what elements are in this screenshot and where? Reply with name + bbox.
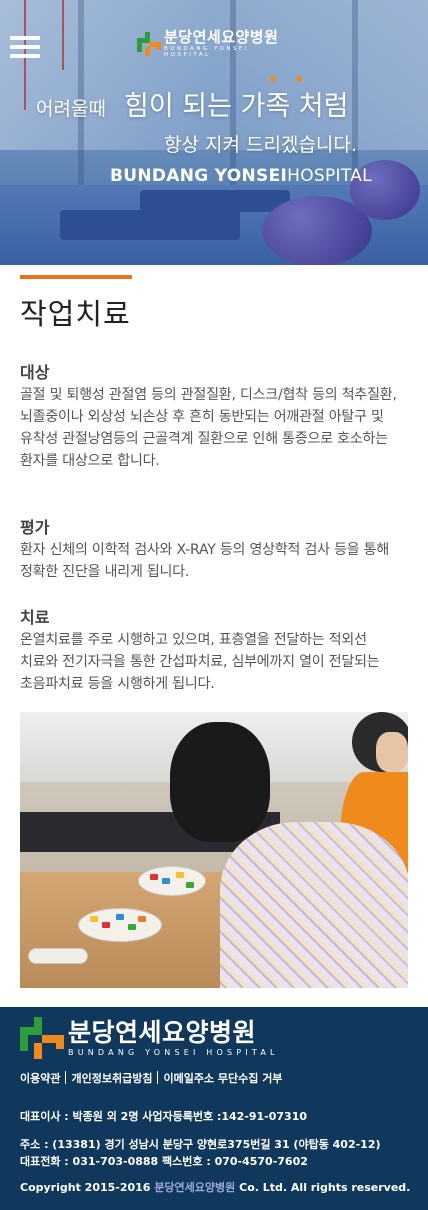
hero-banner: 분당연세요양병원 BUNDANG YONSEI HOSPITAL 어려울때 힘이… — [0, 0, 428, 265]
section-heading-target: 대상 — [20, 363, 50, 382]
hero-accent-dot — [270, 76, 276, 82]
footer-logo-korean: 분당연세요양병원 — [68, 1017, 257, 1047]
footer-logo-english: BUNDANG YONSEI HOSPITAL — [68, 1047, 279, 1057]
footer-link-privacy[interactable]: 개인정보취급방침 — [71, 1070, 152, 1086]
hero-hospital-bold: BUNDANG YONSEI — [110, 166, 288, 186]
hero-slogan-line2: 항상 지켜 드리겠습니다. — [164, 134, 357, 156]
footer-representative: 대표이사 : 박종원 외 2명 사업자등록번호 :142-91-07310 — [20, 1110, 308, 1123]
therapy-photo — [20, 712, 408, 988]
hero-hospital-thin: HOSPITAL — [287, 166, 372, 186]
copyright-hospital-name: 분당연세요양병원 — [154, 1181, 236, 1194]
section-heading-treatment: 치료 — [20, 608, 50, 627]
footer-link-divider — [65, 1071, 67, 1084]
footer-link-terms[interactable]: 이용약관 — [20, 1070, 60, 1086]
section-body-treatment: 온열치료를 주로 시행하고 있으며, 표층열을 전달하는 적외선 치료와 전기자… — [20, 632, 380, 692]
logo-korean-name: 분당연세요양병원 — [164, 28, 279, 46]
site-footer: 분당연세요양병원 BUNDANG YONSEI HOSPITAL 이용약관 개인… — [0, 1007, 428, 1210]
section-body-evaluation: 환자 신체의 이학적 검사와 X-RAY 등의 영상학적 검사 등을 통해 정확… — [20, 542, 390, 580]
footer-logo[interactable]: 분당연세요양병원 BUNDANG YONSEI HOSPITAL — [20, 1017, 279, 1059]
hamburger-menu-icon[interactable] — [10, 36, 40, 58]
hero-accent-dot — [296, 76, 302, 82]
footer-copyright: Copyright 2015-2016 분당연세요양병원 Co. Ltd. Al… — [20, 1179, 410, 1195]
footer-address: 주소 : (13381) 경기 성남시 분당구 양현로375번길 31 (야탑동… — [20, 1138, 381, 1151]
hospital-logo-icon — [137, 32, 161, 56]
hero-hospital-name: BUNDANG YONSEIHOSPITAL — [110, 166, 372, 186]
footer-links: 이용약관 개인정보취급방침 이메일주소 무단수집 거부 — [20, 1070, 282, 1086]
title-accent-bar — [20, 275, 132, 279]
copyright-prefix: Copyright 2015-2016 — [20, 1181, 151, 1194]
footer-phone: 대표전화 : 031-703-0888 팩스번호 : 070-4570-7602 — [20, 1155, 308, 1168]
hospital-logo-icon — [20, 1017, 64, 1059]
copyright-suffix: Co. Ltd. All rights reserved. — [239, 1181, 411, 1194]
hero-slogan-large: 힘이 되는 가족 처럼 — [124, 91, 349, 122]
section-heading-evaluation: 평가 — [20, 518, 50, 537]
section-body-target: 골절 및 퇴행성 관절염 등의 관절질환, 디스크/협착 등의 척추질환, 뇌졸… — [20, 387, 397, 469]
hero-slogan-small: 어려울때 — [36, 98, 106, 120]
logo-english-name: BUNDANG YONSEI HOSPITAL — [164, 46, 250, 58]
footer-link-divider — [157, 1071, 159, 1084]
header-logo[interactable]: 분당연세요양병원 BUNDANG YONSEI HOSPITAL — [137, 30, 297, 58]
page-title: 작업치료 — [20, 297, 131, 331]
footer-link-email-policy[interactable]: 이메일주소 무단수집 거부 — [163, 1070, 282, 1086]
